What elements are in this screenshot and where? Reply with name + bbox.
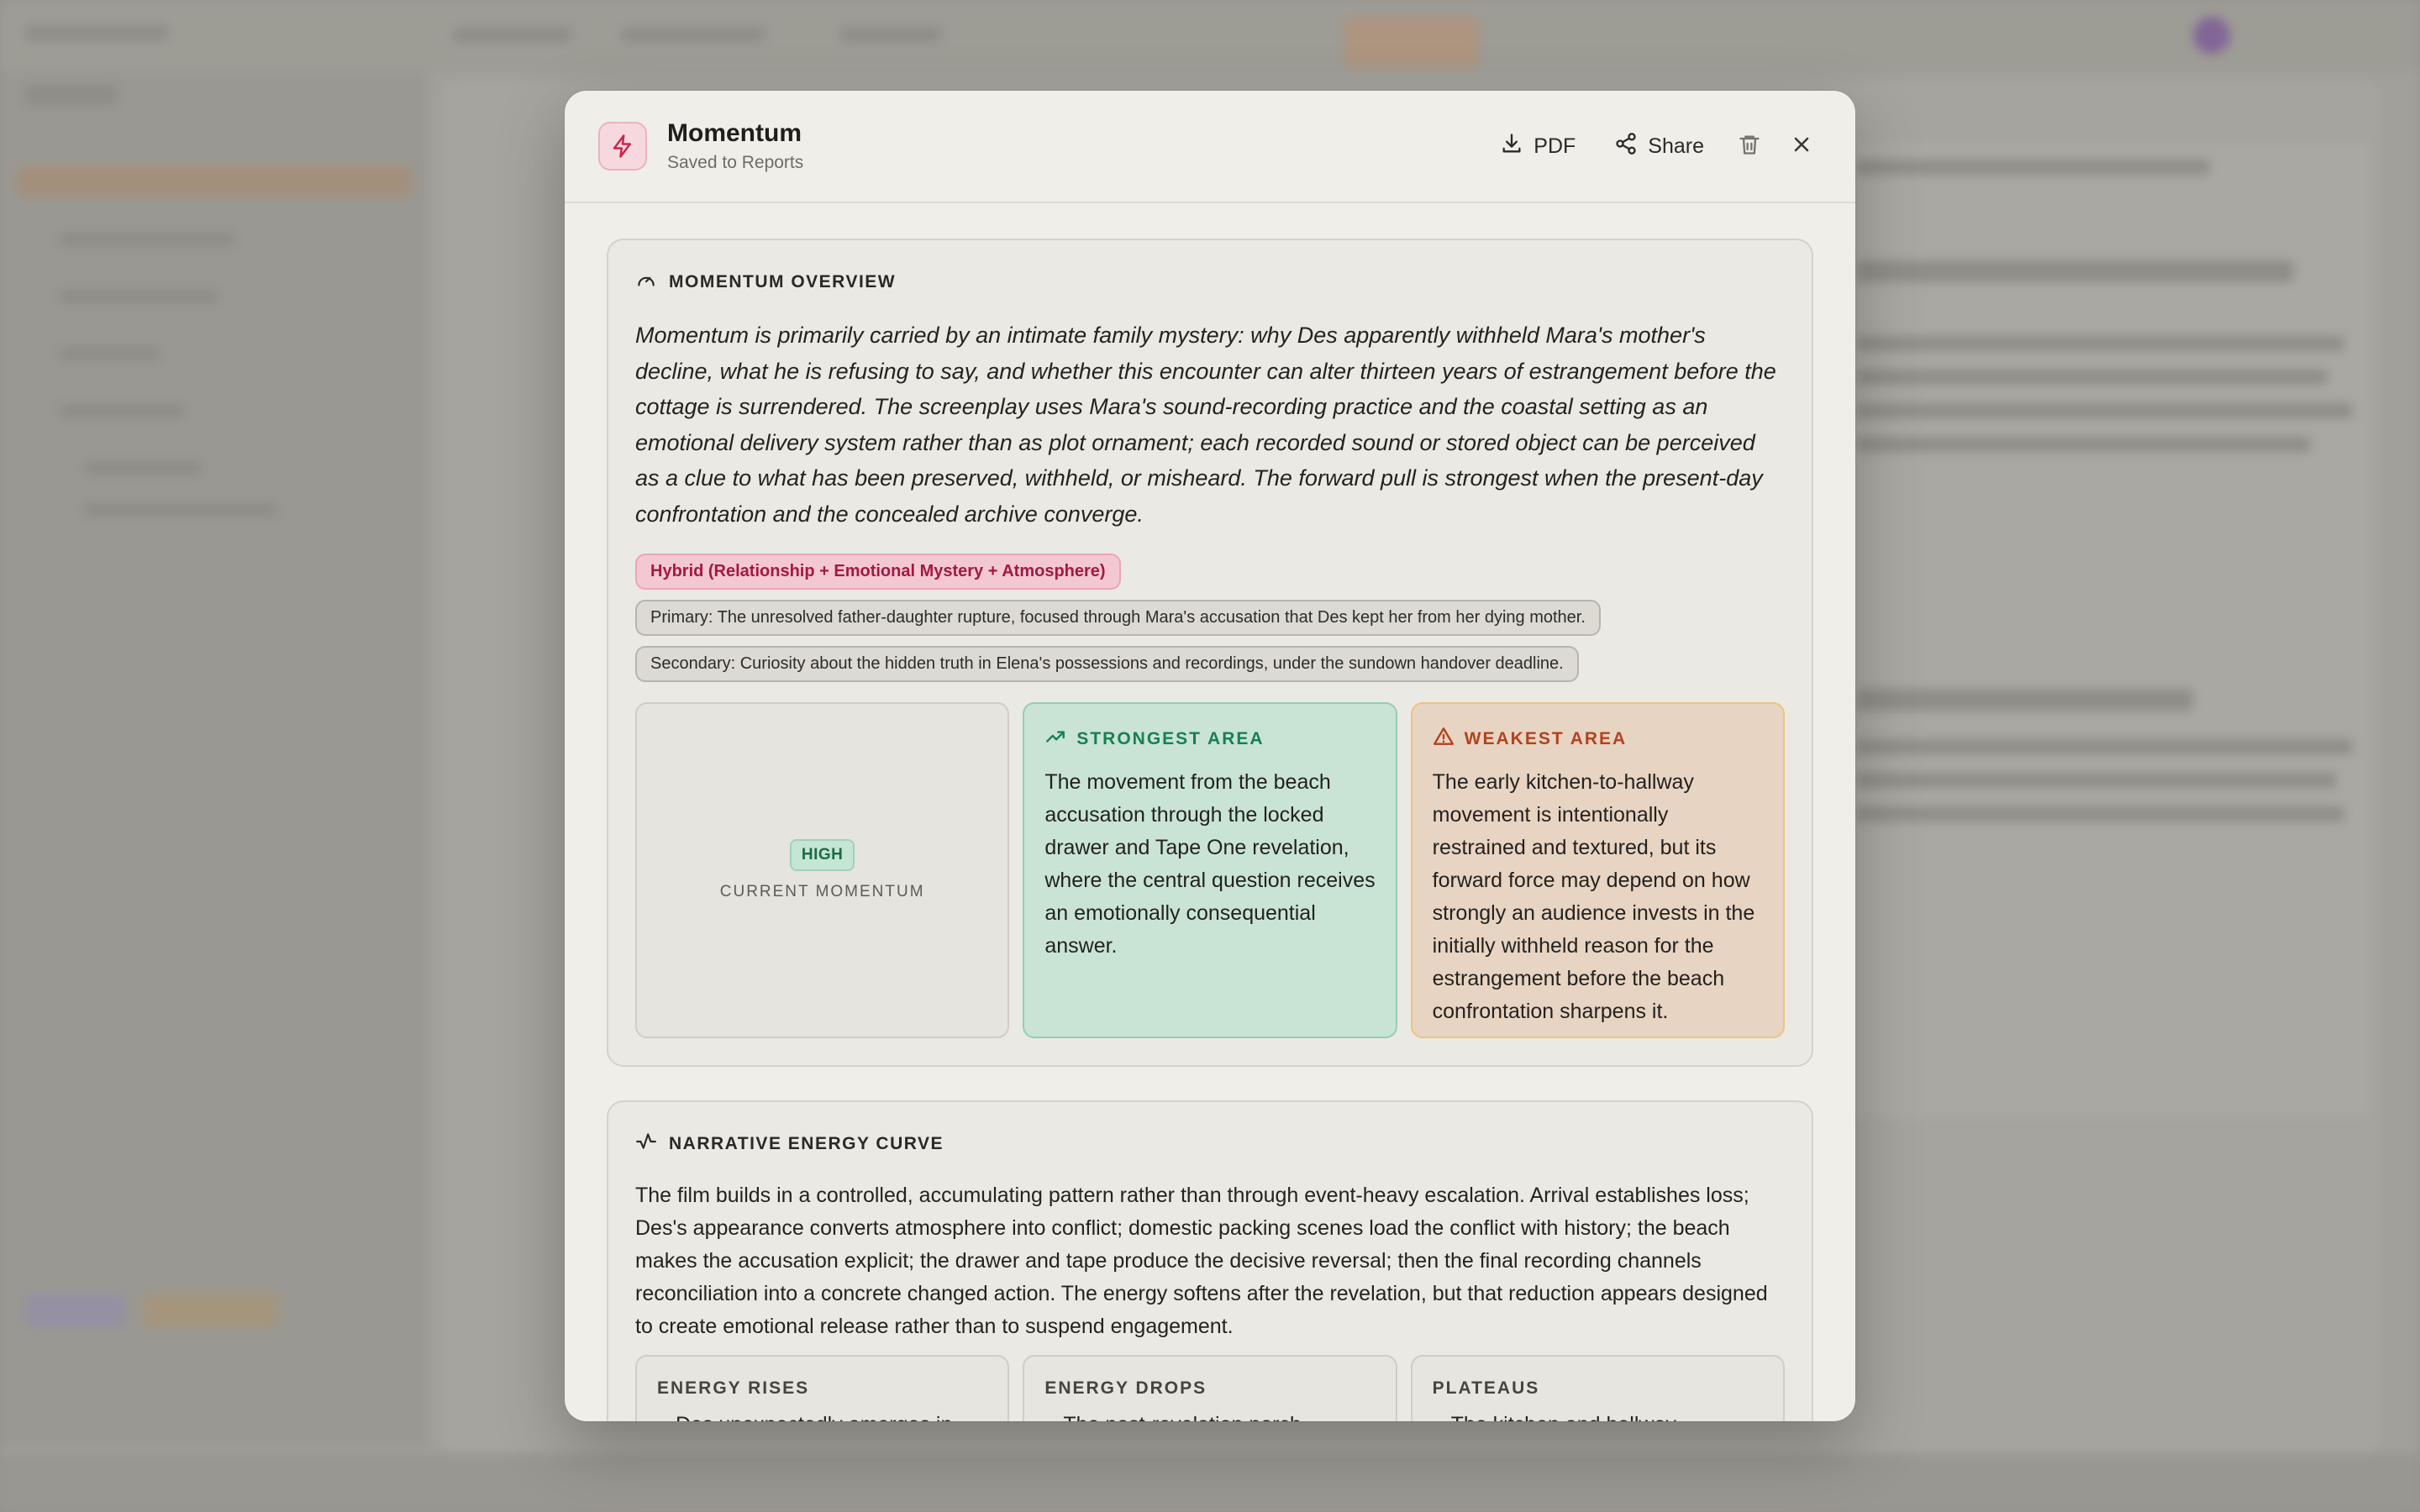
modal-subtitle: Saved to Reports [667, 153, 804, 172]
energy-drops-item: The post-revelation porch [1063, 1410, 1301, 1421]
energy-rises-panel: Energy Rises Des unexpectedly emerges in [635, 1355, 1010, 1421]
close-icon [1790, 133, 1813, 160]
modal-header: Momentum Saved to Reports PDF Share [565, 91, 1855, 203]
area-grid: HIGH Current Momentum Strongest Area The… [635, 702, 1785, 1038]
list-item: The post-revelation porch [1044, 1410, 1375, 1421]
plateaus-title: Plateaus [1432, 1378, 1540, 1398]
momentum-overview-card: Momentum Overview Momentum is primarily … [607, 239, 1813, 1067]
warning-icon [1433, 726, 1455, 753]
weakest-area-heading: Weakest Area [1433, 726, 1763, 753]
strongest-area-panel: Strongest Area The movement from the bea… [1023, 702, 1397, 1038]
delete-button[interactable] [1729, 126, 1770, 166]
tag-row: Secondary: Curiosity about the hidden tr… [635, 636, 1785, 682]
modal-title: Momentum [667, 119, 802, 147]
activity-icon [635, 1131, 657, 1158]
narrative-energy-card: Narrative Energy Curve The film builds i… [607, 1100, 1813, 1421]
tag-row: Hybrid (Relationship + Emotional Mystery… [635, 532, 1785, 590]
energy-grid: Energy Rises Des unexpectedly emerges in… [635, 1355, 1785, 1421]
share-button[interactable]: Share [1601, 123, 1718, 170]
momentum-level-badge: HIGH [789, 839, 855, 871]
energy-rises-item: Des unexpectedly emerges in [676, 1410, 952, 1421]
overview-heading-label: Momentum Overview [669, 272, 897, 291]
share-button-label: Share [1648, 134, 1704, 158]
energy-heading: Narrative Energy Curve [635, 1131, 1785, 1158]
gauge-icon [635, 269, 657, 296]
strongest-area-heading: Strongest Area [1044, 726, 1375, 753]
secondary-driver-tag: Secondary: Curiosity about the hidden tr… [635, 646, 1579, 682]
close-button[interactable] [1781, 126, 1822, 166]
energy-drops-panel: Energy Drops The post-revelation porch [1023, 1355, 1397, 1421]
weakest-area-heading-label: Weakest Area [1464, 729, 1628, 748]
list-item: Des unexpectedly emerges in [657, 1410, 987, 1421]
strongest-area-text: The movement from the beach accusation t… [1044, 770, 1376, 958]
trash-icon [1738, 133, 1761, 160]
modal-body[interactable]: Momentum Overview Momentum is primarily … [565, 205, 1855, 1421]
lightning-icon [598, 122, 647, 171]
weakest-area-text: The early kitchen-to-hallway movement is… [1432, 770, 1755, 1023]
energy-text: The film builds in a controlled, accumul… [635, 1184, 1768, 1338]
tag-row: Primary: The unresolved father-daughter … [635, 590, 1785, 636]
trending-up-icon [1044, 726, 1066, 753]
energy-drops-title: Energy Drops [1044, 1378, 1207, 1398]
primary-driver-tag: Primary: The unresolved father-daughter … [635, 600, 1601, 636]
current-momentum-panel: HIGH Current Momentum [635, 702, 1010, 1038]
pdf-button-label: PDF [1534, 134, 1576, 158]
share-icon [1614, 132, 1638, 161]
energy-heading-label: Narrative Energy Curve [669, 1134, 944, 1153]
download-icon [1500, 132, 1523, 161]
current-momentum-label: Current Momentum [719, 883, 925, 900]
overview-heading: Momentum Overview [635, 269, 1785, 296]
header-actions: PDF Share [1486, 123, 1822, 170]
strongest-area-heading-label: Strongest Area [1076, 729, 1265, 748]
energy-rises-title: Energy Rises [657, 1378, 810, 1398]
overview-text: Momentum is primarily carried by an inti… [635, 323, 1776, 527]
header-titles: Momentum Saved to Reports [667, 119, 803, 173]
plateaus-panel: Plateaus The kitchen and hallway [1410, 1355, 1785, 1421]
weakest-area-panel: Weakest Area The early kitchen-to-hallwa… [1410, 702, 1785, 1038]
hybrid-tag: Hybrid (Relationship + Emotional Mystery… [635, 554, 1121, 590]
pdf-button[interactable]: PDF [1486, 123, 1589, 170]
plateaus-item: The kitchen and hallway [1451, 1410, 1676, 1421]
momentum-report-modal: Momentum Saved to Reports PDF Share MOME… [565, 91, 1855, 1421]
list-item: The kitchen and hallway [1433, 1410, 1763, 1421]
